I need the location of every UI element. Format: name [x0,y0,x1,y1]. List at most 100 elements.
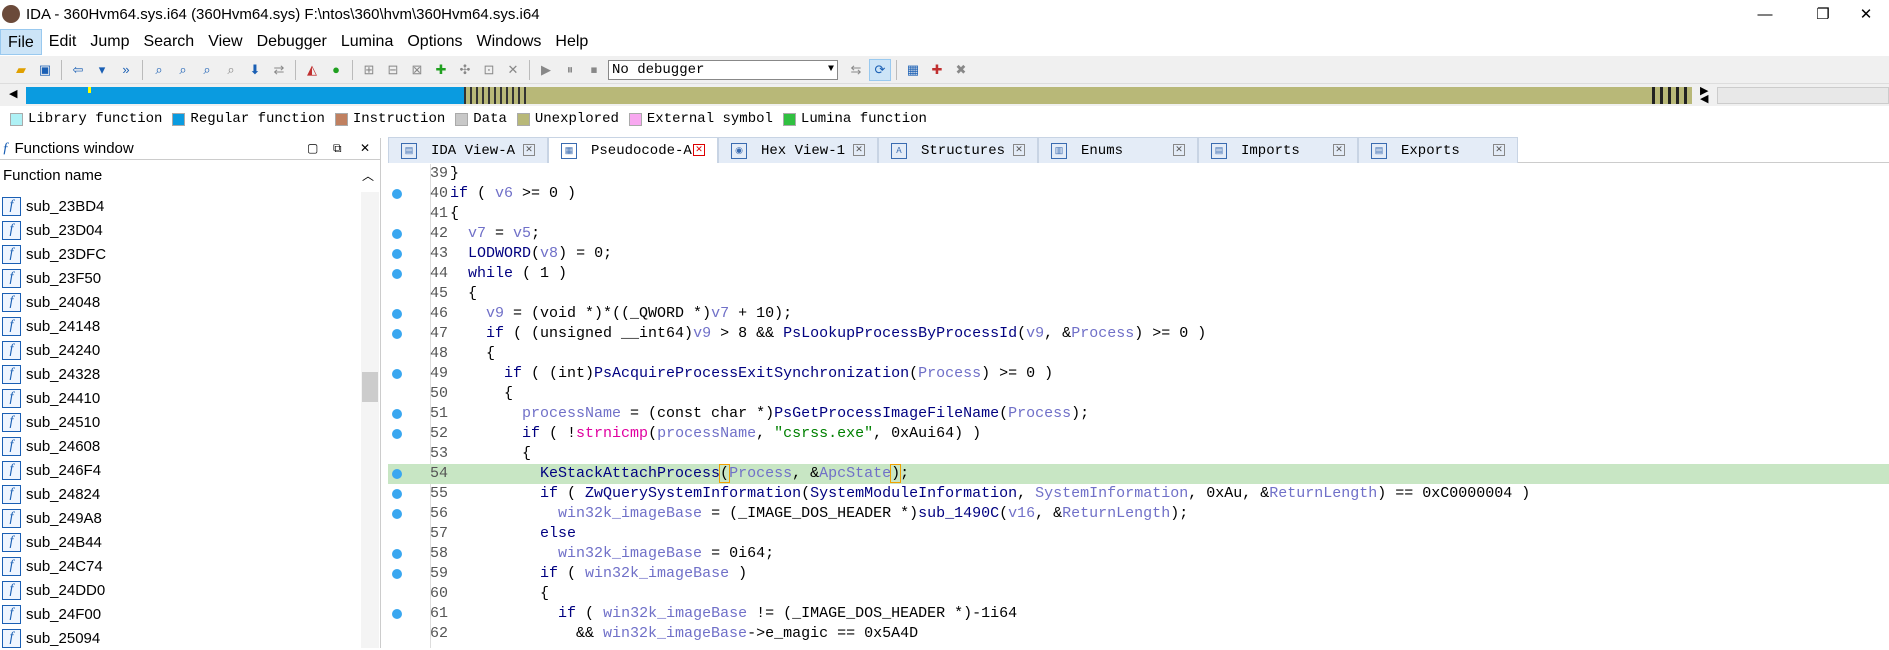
breakpoint-dot-icon[interactable] [392,549,402,559]
breakpoint-dot-icon[interactable] [392,189,402,199]
menu-edit[interactable]: Edit [42,29,84,55]
green-circle-icon[interactable]: ● [325,59,347,81]
menu-windows[interactable]: Windows [469,29,548,55]
function-list-item[interactable]: f sub_24410 [0,386,360,410]
tab-structures[interactable]: A Structures ✕ [878,137,1038,163]
code-line[interactable]: 44 while ( 1 ) [388,264,1889,284]
breakpoint-dot-icon[interactable] [392,569,402,579]
function-list-item[interactable]: f sub_24C74 [0,554,360,578]
tab-close-icon[interactable]: ✕ [523,144,535,156]
function-name-column-header[interactable]: Function name ︿ [0,160,380,192]
save-icon[interactable]: ▣ [34,59,56,81]
code-line[interactable]: 54 KeStackAttachProcess(Process, &ApcSta… [388,464,1889,484]
back-arrow-icon[interactable]: ⇦ [67,59,89,81]
function-list-item[interactable]: f sub_249A8 [0,506,360,530]
code-line[interactable]: 45 { [388,284,1889,304]
code-line[interactable]: 62 && win32k_imageBase->e_magic == 0x5A4… [388,624,1889,644]
breakpoint-dot-icon[interactable] [392,309,402,319]
menu-debugger[interactable]: Debugger [250,29,334,55]
code-line[interactable]: 55 if ( ZwQuerySystemInformation(SystemM… [388,484,1889,504]
code-line[interactable]: 51 processName = (const char *)PsGetProc… [388,404,1889,424]
function-list-item[interactable]: f sub_24608 [0,434,360,458]
menu-help[interactable]: Help [548,29,595,55]
menu-jump[interactable]: Jump [83,29,136,55]
undefine-icon[interactable]: ⊡ [478,59,500,81]
code-line[interactable]: 60 { [388,584,1889,604]
attach-icon[interactable]: ⇆ [845,59,867,81]
tab-close-icon[interactable]: ✕ [1013,144,1025,156]
code-line[interactable]: 48 { [388,344,1889,364]
search-text-icon[interactable]: ⌕ [172,59,194,81]
tab-hex-view-1[interactable]: ◉ Hex View-1 ✕ [718,137,878,163]
function-list-item[interactable]: f sub_23BD4 [0,194,360,218]
breakpoint-dot-icon[interactable] [392,249,402,259]
function-list-item[interactable]: f sub_25094 [0,626,360,650]
sort-up-icon[interactable]: ︿ [362,160,374,192]
menu-search[interactable]: Search [136,29,201,55]
remove-bookmark-icon[interactable]: ✖ [950,59,972,81]
function-list-item[interactable]: f sub_24240 [0,338,360,362]
stop-icon[interactable]: ⏹ [583,59,605,81]
breakpoint-dot-icon[interactable] [392,469,402,479]
close-button[interactable]: ✕ [1843,0,1889,28]
tab-close-icon[interactable]: ✕ [853,144,865,156]
search-binary-icon[interactable]: ⌕ [148,59,170,81]
breakpoint-dot-icon[interactable] [392,229,402,239]
function-list-item[interactable]: f sub_23DFC [0,242,360,266]
tab-ida-view-a[interactable]: ▤ IDA View-A ✕ [388,137,548,163]
function-list-item[interactable]: f sub_24B44 [0,530,360,554]
window-float-icon[interactable]: ⧉ [333,141,342,156]
function-list-item[interactable]: f sub_246F4 [0,458,360,482]
code-line[interactable]: 42 v7 = v5; [388,224,1889,244]
maximize-button[interactable]: ❐ [1800,0,1846,28]
code-line[interactable]: 57 else [388,524,1889,544]
tab-close-icon[interactable]: ✕ [693,144,705,156]
code-line[interactable]: 61 if ( win32k_imageBase != (_IMAGE_DOS_… [388,604,1889,624]
breakpoint-dot-icon[interactable] [392,369,402,379]
search-immediate-icon[interactable]: ⌕ [196,59,218,81]
menu-options[interactable]: Options [400,29,469,55]
function-list-item[interactable]: f sub_24F00 [0,602,360,626]
code-line[interactable]: 46 v9 = (void *)*((_QWORD *)v7 + 10); [388,304,1889,324]
menu-view[interactable]: View [201,29,249,55]
pause-icon[interactable]: ⏸ [559,59,581,81]
string-icon[interactable]: ⊠ [406,59,428,81]
breakpoint-dot-icon[interactable] [392,509,402,519]
forward-dropdown-icon[interactable]: ▾ [91,59,113,81]
pseudocode-view[interactable]: 39} 40 if ( v6 >= 0 ) 41{42 v7 = v5; 43 LODW… [388,164,1889,648]
search-next-icon[interactable]: ⌕ [220,59,242,81]
nav-left-arrow-icon[interactable]: ◀ [9,87,17,100]
code-line[interactable]: 47 if ( (unsigned __int64)v9 > 8 && PsLo… [388,324,1889,344]
breakpoint-dot-icon[interactable] [392,489,402,499]
function-list-item[interactable]: f sub_24328 [0,362,360,386]
function-list-item[interactable]: f sub_23D04 [0,218,360,242]
run-icon[interactable]: ▶ [535,59,557,81]
more-chevron-icon[interactable]: » [115,59,137,81]
function-list-item[interactable]: f sub_23F50 [0,266,360,290]
graph-view-icon[interactable]: ◭ [301,59,323,81]
tab-enums[interactable]: ▥ Enums ✕ [1038,137,1198,163]
code-line[interactable]: 39} [388,164,1889,184]
code-line[interactable]: 43 LODWORD(v8) = 0; [388,244,1889,264]
code-line[interactable]: 41{ [388,204,1889,224]
segments-icon[interactable]: ▦ [902,59,924,81]
function-list-item[interactable]: f sub_24148 [0,314,360,338]
xref-icon[interactable]: ⇄ [268,59,290,81]
open-folder-icon[interactable]: ▰ [10,59,32,81]
function-list-item[interactable]: f sub_24DD0 [0,578,360,602]
tab-exports[interactable]: ▤ Exports ✕ [1358,137,1518,163]
code-line[interactable]: 59 if ( win32k_imageBase ) [388,564,1889,584]
function-list-item[interactable]: f sub_24824 [0,482,360,506]
code-line[interactable]: 56 win32k_imageBase = (_IMAGE_DOS_HEADER… [388,504,1889,524]
code-line[interactable]: 40 if ( v6 >= 0 ) [388,184,1889,204]
function-list-item[interactable]: f sub_24048 [0,290,360,314]
code-line[interactable]: 52 if ( !strnicmp(processName, "csrss.ex… [388,424,1889,444]
minimize-button[interactable]: — [1742,0,1788,28]
data-icon[interactable]: ⊟ [382,59,404,81]
add-icon[interactable]: ✚ [430,59,452,81]
new-bookmark-icon[interactable]: ✚ [926,59,948,81]
breakpoint-dot-icon[interactable] [392,269,402,279]
delete-x-icon[interactable]: ✕ [502,59,524,81]
code-line[interactable]: 49 if ( (int)PsAcquireProcessExitSynchro… [388,364,1889,384]
window-restore-icon[interactable]: ▢ [307,141,318,155]
